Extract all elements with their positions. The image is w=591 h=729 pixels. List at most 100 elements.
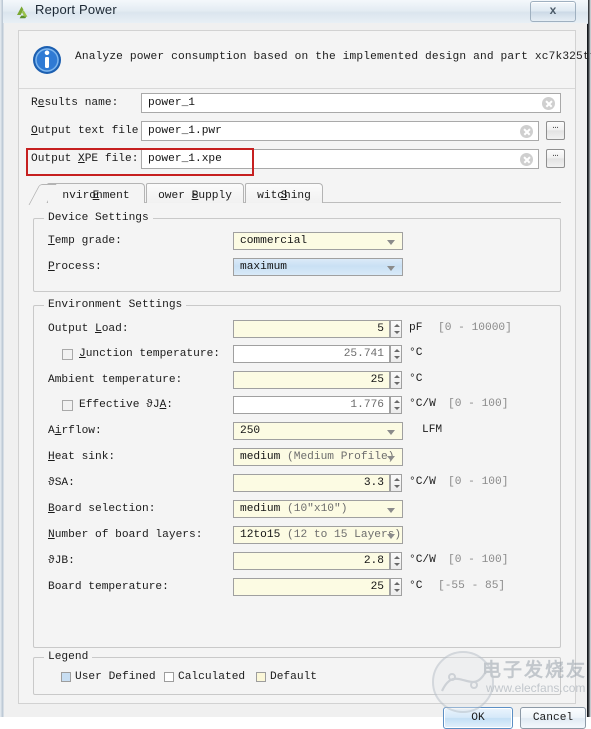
close-icon: x xyxy=(549,3,557,17)
temp-grade-label: Temp grade: xyxy=(48,235,122,247)
cancel-button[interactable]: Cancel xyxy=(520,707,586,729)
effective-theta-ja-unit: °C/W xyxy=(409,398,436,410)
dialog-panel: Analyze power consumption based on the i… xyxy=(18,30,591,729)
vivado-app-icon xyxy=(14,4,30,20)
clear-icon[interactable] xyxy=(542,97,555,110)
tab-switching[interactable]: Switching xyxy=(245,183,323,203)
airflow-unit: LFM xyxy=(422,424,443,436)
board-selection-label: Board selection: xyxy=(48,503,156,515)
board-temperature-input[interactable]: 25 xyxy=(233,578,402,596)
temp-grade-dropdown[interactable]: commercial xyxy=(233,232,403,250)
effective-theta-ja-range: [0 - 100] xyxy=(448,398,509,410)
output-load-value: 5 xyxy=(377,323,384,335)
close-button[interactable]: x xyxy=(530,1,576,22)
legend-group: Legend User Defined Calculated Default xyxy=(33,651,561,695)
airflow-dropdown[interactable]: 250 xyxy=(233,422,403,440)
cancel-button-label: Cancel xyxy=(532,712,574,724)
device-settings-group: Device Settings Temp grade: commercial P… xyxy=(33,212,561,292)
results-name-label: Results name: xyxy=(31,97,118,109)
board-temperature-unit: °C xyxy=(409,580,423,592)
window-title: Report Power xyxy=(35,2,117,17)
tab-power-supply[interactable]: Power Supply xyxy=(146,183,244,203)
dialog-body: Analyze power consumption based on the i… xyxy=(3,23,591,729)
theta-sa-label: ϑSA: xyxy=(48,477,75,489)
effective-theta-ja-label: Effective ϑJA: xyxy=(79,399,174,411)
tab-bar: Environment Power Supply Switching xyxy=(28,183,561,205)
theta-jb-value: 2.8 xyxy=(363,555,384,567)
theta-sa-stepper[interactable] xyxy=(390,474,402,492)
browse-xpe-file-button[interactable]: … xyxy=(546,149,565,168)
process-dropdown[interactable]: maximum xyxy=(233,258,403,276)
ok-button[interactable]: OK xyxy=(443,707,513,729)
heat-sink-value: medium (Medium Profile) xyxy=(240,451,395,463)
results-name-value: power_1 xyxy=(148,97,195,109)
title-bar: Report Power x xyxy=(3,0,588,24)
theta-jb-stepper[interactable] xyxy=(390,552,402,570)
output-load-input[interactable]: 5 xyxy=(233,320,402,338)
board-temperature-label: Board temperature: xyxy=(48,581,169,593)
legend-swatch-calculated xyxy=(164,672,174,682)
junction-temperature-checkbox[interactable] xyxy=(62,349,73,360)
tab-environment[interactable]: Environment xyxy=(28,183,145,205)
legend-label-user-defined: User Defined xyxy=(75,671,156,683)
junction-temperature-input[interactable]: 25.741 xyxy=(233,345,402,363)
effective-theta-ja-input[interactable]: 1.776 xyxy=(233,396,402,414)
output-xpe-file-input[interactable]: power_1.xpe xyxy=(141,149,539,169)
lbl-post: sults name: xyxy=(44,97,119,109)
process-label: Process: xyxy=(48,261,102,273)
ambient-temperature-input[interactable]: 25 xyxy=(233,371,402,389)
output-load-unit: pF xyxy=(409,322,423,334)
chevron-down-icon xyxy=(387,240,395,245)
output-load-label: Output Load: xyxy=(48,323,129,335)
browse-text-file-button[interactable]: … xyxy=(546,121,565,140)
number-of-board-layers-label: Number of board layers: xyxy=(48,529,203,541)
board-temperature-range: [-55 - 85] xyxy=(438,580,506,592)
chevron-down-icon xyxy=(387,508,395,513)
legend-title: Legend xyxy=(44,651,93,663)
number-of-board-layers-value: 12to15 (12 to 15 Layers) xyxy=(240,529,402,541)
lbl-pre: Output xyxy=(31,153,78,165)
ellipsis-icon: … xyxy=(552,149,559,160)
airflow-value: 250 xyxy=(240,425,261,437)
row-output-text-file: Output text file: power_1.pwr … xyxy=(19,121,575,145)
lbl-post: PE file: xyxy=(84,153,139,165)
theta-jb-input[interactable]: 2.8 xyxy=(233,552,402,570)
results-name-input[interactable]: power_1 xyxy=(141,93,561,113)
junction-temperature-stepper[interactable] xyxy=(390,345,402,363)
effective-theta-ja-value: 1.776 xyxy=(350,399,384,411)
number-of-board-layers-dropdown[interactable]: 12to15 (12 to 15 Layers) xyxy=(233,526,403,544)
lbl-mnemonic: X xyxy=(78,153,85,165)
legend-swatch-user-defined xyxy=(61,672,71,682)
clear-icon[interactable] xyxy=(520,125,533,138)
theta-sa-range: [0 - 100] xyxy=(448,476,509,488)
legend-swatch-default xyxy=(256,672,266,682)
tab-skew-edge xyxy=(28,184,57,205)
heat-sink-label: Heat sink: xyxy=(48,451,116,463)
output-text-file-label: Output text file: xyxy=(31,125,145,137)
airflow-label: Airflow: xyxy=(48,425,102,437)
theta-sa-value: 3.3 xyxy=(363,477,384,489)
device-settings-title: Device Settings xyxy=(44,212,153,224)
chevron-down-icon xyxy=(387,430,395,435)
clear-icon[interactable] xyxy=(520,153,533,166)
output-load-stepper[interactable] xyxy=(390,320,402,338)
theta-sa-input[interactable]: 3.3 xyxy=(233,474,402,492)
row-results-name: Results name: power_1 xyxy=(19,93,575,117)
ambient-temperature-stepper[interactable] xyxy=(390,371,402,389)
board-selection-dropdown[interactable]: medium (10"x10") xyxy=(233,500,403,518)
effective-theta-ja-checkbox[interactable] xyxy=(62,400,73,411)
theta-sa-unit: °C/W xyxy=(409,476,436,488)
lbl-post: utput text file: xyxy=(37,125,146,137)
output-load-range: [0 - 10000] xyxy=(438,322,512,334)
temp-grade-value: commercial xyxy=(240,235,308,247)
chevron-down-icon xyxy=(387,456,395,461)
junction-temperature-label: Junction temperature: xyxy=(79,348,220,360)
output-text-file-input[interactable]: power_1.pwr xyxy=(141,121,539,141)
effective-theta-ja-stepper[interactable] xyxy=(390,396,402,414)
heat-sink-dropdown[interactable]: medium (Medium Profile) xyxy=(233,448,403,466)
ok-button-label: OK xyxy=(471,712,485,724)
board-temperature-stepper[interactable] xyxy=(390,578,402,596)
ellipsis-icon: … xyxy=(552,121,559,132)
theta-jb-range: [0 - 100] xyxy=(448,554,509,566)
chevron-down-icon xyxy=(387,266,395,271)
